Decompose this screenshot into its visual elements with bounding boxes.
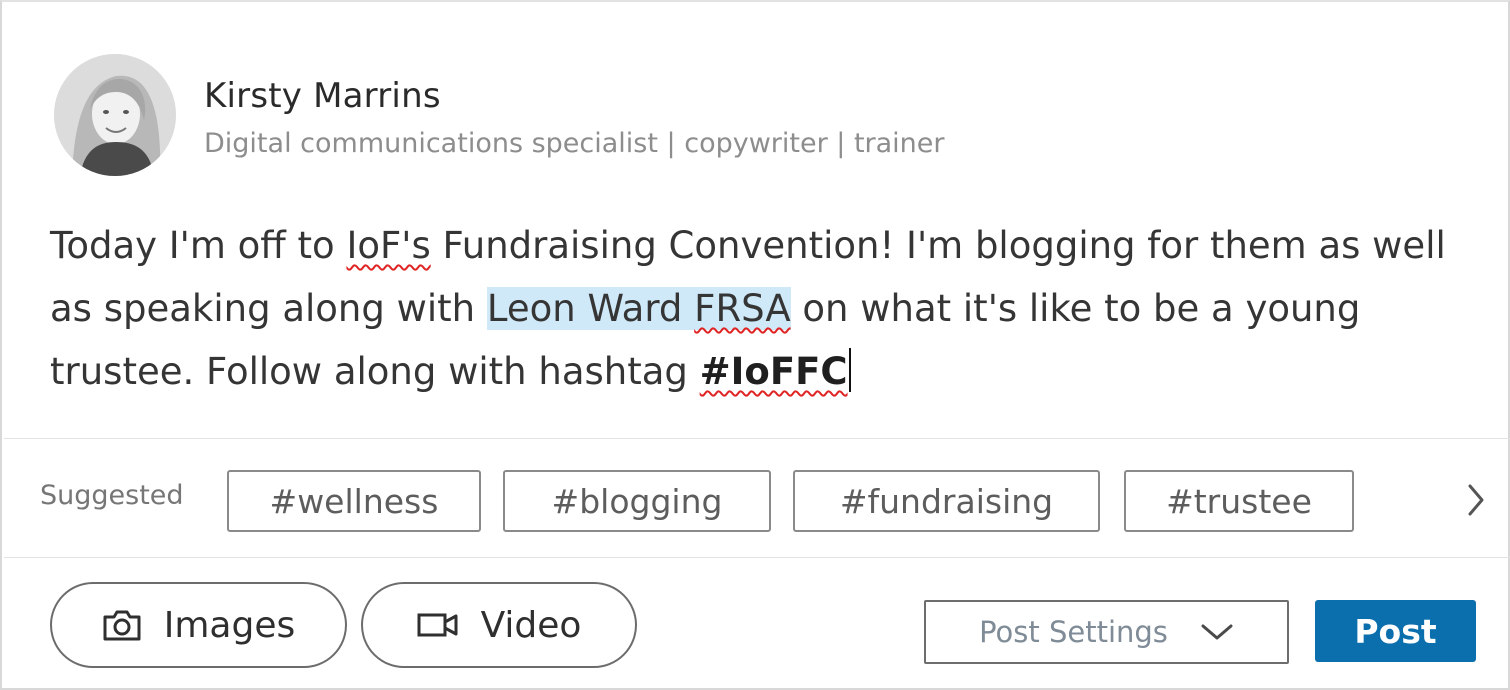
chevron-down-icon bbox=[1201, 624, 1233, 640]
suggested-hashtag-fundraising[interactable]: #fundraising bbox=[793, 470, 1100, 532]
post-text-editor[interactable]: Today I'm off to IoF's Fundraising Conve… bbox=[50, 214, 1470, 403]
add-video-button[interactable]: Video bbox=[361, 582, 637, 668]
text-cursor bbox=[848, 348, 851, 392]
misspelled-word: IoF's bbox=[346, 224, 431, 267]
suggested-hashtag-wellness[interactable]: #wellness bbox=[227, 470, 481, 532]
video-camera-icon bbox=[417, 613, 458, 637]
suggested-label: Suggested bbox=[40, 480, 184, 511]
avatar bbox=[54, 54, 176, 176]
camera-icon bbox=[103, 610, 141, 641]
suggested-hashtag-blogging[interactable]: #blogging bbox=[503, 470, 771, 532]
post-button[interactable]: Post bbox=[1315, 600, 1476, 662]
divider bbox=[4, 438, 1510, 439]
post-text: Today I'm off to bbox=[50, 224, 347, 267]
hashtag: #IoFFC bbox=[699, 350, 848, 393]
images-label: Images bbox=[163, 604, 296, 646]
mention-name: Leon Ward bbox=[486, 287, 695, 330]
author-headline: Digital communications specialist | copy… bbox=[204, 128, 945, 159]
mention-suffix: FRSA bbox=[694, 287, 791, 330]
post-settings-label: Post Settings bbox=[979, 615, 1168, 649]
suggested-hashtag-trustee[interactable]: #trustee bbox=[1124, 470, 1354, 532]
profile-photo bbox=[54, 54, 176, 176]
post-settings-dropdown[interactable]: Post Settings bbox=[924, 600, 1289, 664]
add-images-button[interactable]: Images bbox=[50, 582, 347, 668]
share-box: Kirsty Marrins Digital communications sp… bbox=[0, 0, 1510, 690]
chevron-right-icon[interactable] bbox=[1462, 480, 1490, 520]
mention-tag[interactable]: Leon Ward FRSA bbox=[486, 287, 791, 330]
divider bbox=[4, 557, 1510, 558]
video-label: Video bbox=[480, 604, 582, 646]
author-name[interactable]: Kirsty Marrins bbox=[204, 76, 441, 116]
